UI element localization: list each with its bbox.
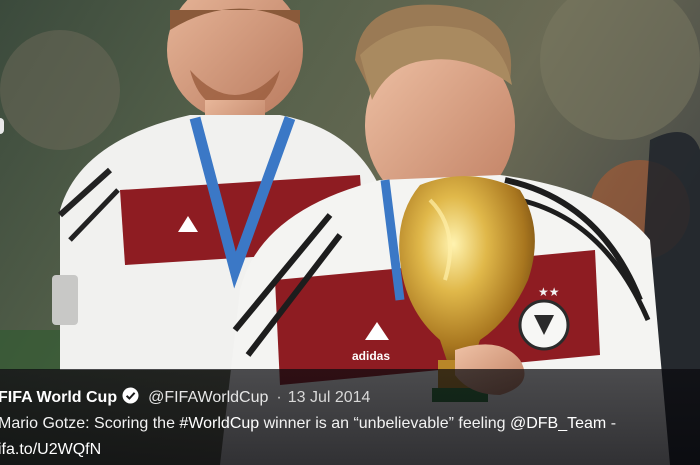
- svg-text:★★: ★★: [538, 285, 560, 299]
- tweet-text: Mario Gotze: Scoring the #WorldCup winne…: [0, 414, 616, 434]
- tweet-author-handle[interactable]: @FIFAWorldCup: [148, 389, 268, 406]
- verified-badge-icon: [122, 387, 139, 410]
- carousel-edge-indicator[interactable]: [0, 118, 4, 134]
- tweet-text-prefix: Mario Gotze: Scoring the: [0, 415, 180, 432]
- separator-dot: ·: [276, 389, 282, 406]
- tweet-text-middle: winner is an “unbelievable” feeling: [259, 415, 510, 432]
- tweet-date[interactable]: 13 Jul 2014: [288, 389, 371, 406]
- jersey-brand-text: adidas: [352, 349, 390, 363]
- tweet-link-line: ifa.to/U2WQfN: [0, 440, 101, 460]
- tweet-header: FIFA World Cup @FIFAWorldCup · 13 Jul 2014: [0, 387, 370, 410]
- tweet-short-link[interactable]: ifa.to/U2WQfN: [0, 441, 101, 458]
- tweet-caption-overlay: FIFA World Cup @FIFAWorldCup · 13 Jul 2014 …: [0, 369, 700, 465]
- tweet-text-suffix: -: [606, 415, 617, 432]
- tweet-author-name[interactable]: FIFA World Cup: [0, 389, 117, 406]
- mention-link[interactable]: @DFB_Team: [510, 415, 606, 432]
- hashtag-link[interactable]: #WorldCup: [179, 415, 259, 432]
